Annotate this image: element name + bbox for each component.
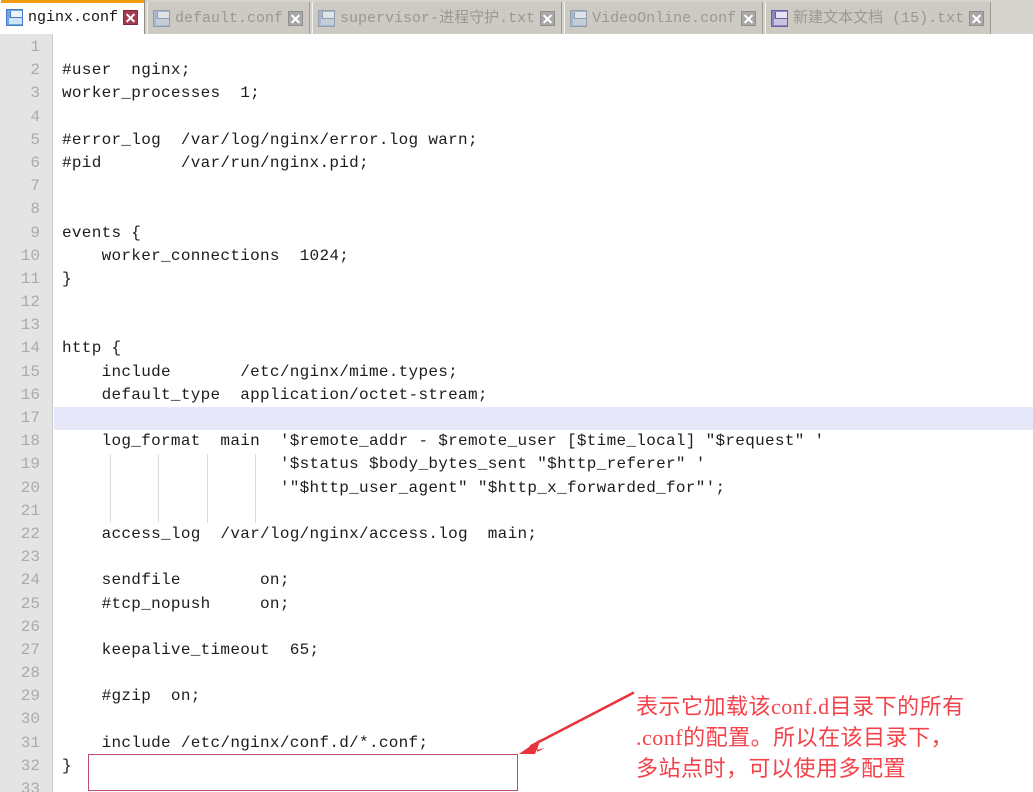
close-icon[interactable] [123,9,139,25]
tab-4[interactable]: VideoOnline.conf [564,2,764,34]
line-number: 31 [20,733,40,752]
tab-2[interactable]: default.conf [147,2,311,34]
tab-1[interactable]: nginx.conf [0,0,146,34]
code-line[interactable]: #pid /var/run/nginx.pid; [54,152,1033,175]
code-line[interactable]: events { [54,222,1033,245]
floppy-disk-icon [570,9,588,27]
code-line[interactable] [54,616,1033,639]
floppy-disk-icon [6,8,23,26]
code-line[interactable] [54,106,1033,129]
code-line[interactable]: #error_log /var/log/nginx/error.log warn… [54,129,1033,152]
code-line[interactable]: } [54,268,1033,291]
line-number: 21 [20,501,40,520]
code-line[interactable] [54,198,1033,221]
line-number: 27 [20,640,40,659]
tab-label: VideoOnline.conf [592,9,737,27]
line-number: 3 [30,84,40,103]
code-line[interactable]: worker_processes 1; [54,82,1033,105]
line-number: 15 [20,362,40,381]
code-line[interactable]: sendfile on; [54,569,1033,592]
tab-label: 新建文本文档 (15).txt [793,9,965,27]
code-line[interactable]: '$status $body_bytes_sent "$http_referer… [54,453,1033,476]
code-line[interactable] [54,407,1033,431]
line-number: 28 [20,664,40,683]
code-line[interactable]: http { [54,337,1033,360]
line-number: 25 [20,594,40,613]
line-number: 5 [30,130,40,149]
line-number: 10 [20,246,40,265]
code-line[interactable]: keepalive_timeout 65; [54,639,1033,662]
tab-5[interactable]: 新建文本文档 (15).txt [765,2,992,34]
line-number: 32 [20,756,40,775]
line-number: 1 [30,38,40,56]
line-number: 24 [20,571,40,590]
line-number: 2 [30,61,40,80]
code-line[interactable]: default_type application/octet-stream; [54,384,1033,407]
line-number: 30 [20,710,40,729]
code-line[interactable]: include /etc/nginx/mime.types; [54,361,1033,384]
code-line[interactable]: #user nginx; [54,59,1033,82]
line-number: 17 [20,409,40,427]
code-line[interactable]: log_format main '$remote_addr - $remote_… [54,430,1033,453]
code-line[interactable] [54,314,1033,337]
line-number: 4 [30,107,40,126]
line-number: 19 [20,455,40,474]
tab-label: supervisor-进程守护.txt [340,9,536,27]
tab-3[interactable]: supervisor-进程守护.txt [312,2,563,34]
tab-bar: nginx.conf default.conf supervisor-进程守护.tx… [0,0,1033,34]
line-number: 9 [30,223,40,242]
line-number: 26 [20,617,40,636]
close-icon[interactable] [288,10,304,26]
line-number: 33 [20,780,40,792]
editor-window: nginx.conf default.conf supervisor-进程守护.tx… [0,0,1033,792]
line-number: 20 [20,478,40,497]
close-icon[interactable] [540,10,556,26]
code-content[interactable]: #user nginx; worker_processes 1; #error_lo… [54,36,1033,792]
code-line[interactable] [54,175,1033,198]
line-number: 14 [20,339,40,358]
line-number: 11 [20,269,40,288]
line-number: 13 [20,316,40,335]
line-number: 22 [20,524,40,543]
code-line[interactable] [54,546,1033,569]
code-line[interactable]: worker_connections 1024; [54,245,1033,268]
line-number: 23 [20,548,40,567]
line-number: 8 [30,200,40,219]
code-line[interactable] [54,662,1033,685]
line-number: 6 [30,153,40,172]
line-number: 16 [20,385,40,404]
floppy-disk-icon [771,9,789,27]
close-icon[interactable] [969,10,985,26]
close-icon[interactable] [741,10,757,26]
code-line[interactable] [54,36,1033,59]
line-number: 7 [30,177,40,196]
floppy-disk-icon [318,9,336,27]
code-editor[interactable]: 1 2 3 4 5 6 7 8 9 10 11 12 13 14 15 16 17 18 19 20 21 22 23 24 2… [0,34,1033,792]
code-line[interactable]: access_log /var/log/nginx/access.log mai… [54,523,1033,546]
line-number: 29 [20,687,40,706]
line-number-list: 1 2 3 4 5 6 7 8 9 10 11 12 13 14 15 16 17 18 19 20 21 22 23 24 2… [0,36,44,792]
tab-label: nginx.conf [28,8,119,26]
code-line[interactable] [54,291,1033,314]
code-line[interactable]: '"$http_user_agent" "$http_x_forwarded_f… [54,477,1033,500]
tab-label: default.conf [175,9,284,27]
code-line[interactable]: #tcp_nopush on; [54,593,1033,616]
line-number: 12 [20,293,40,312]
floppy-disk-icon [153,9,171,27]
line-number: 18 [20,432,40,451]
line-number-gutter: 1 2 3 4 5 6 7 8 9 10 11 12 13 14 15 16 17 18 19 20 21 22 23 24 2… [0,34,53,792]
code-line[interactable] [54,500,1033,523]
annotation-text: 表示它加载该conf.d目录下的所有 .conf的配置。所以在该目录下， 多站点… [636,694,965,781]
